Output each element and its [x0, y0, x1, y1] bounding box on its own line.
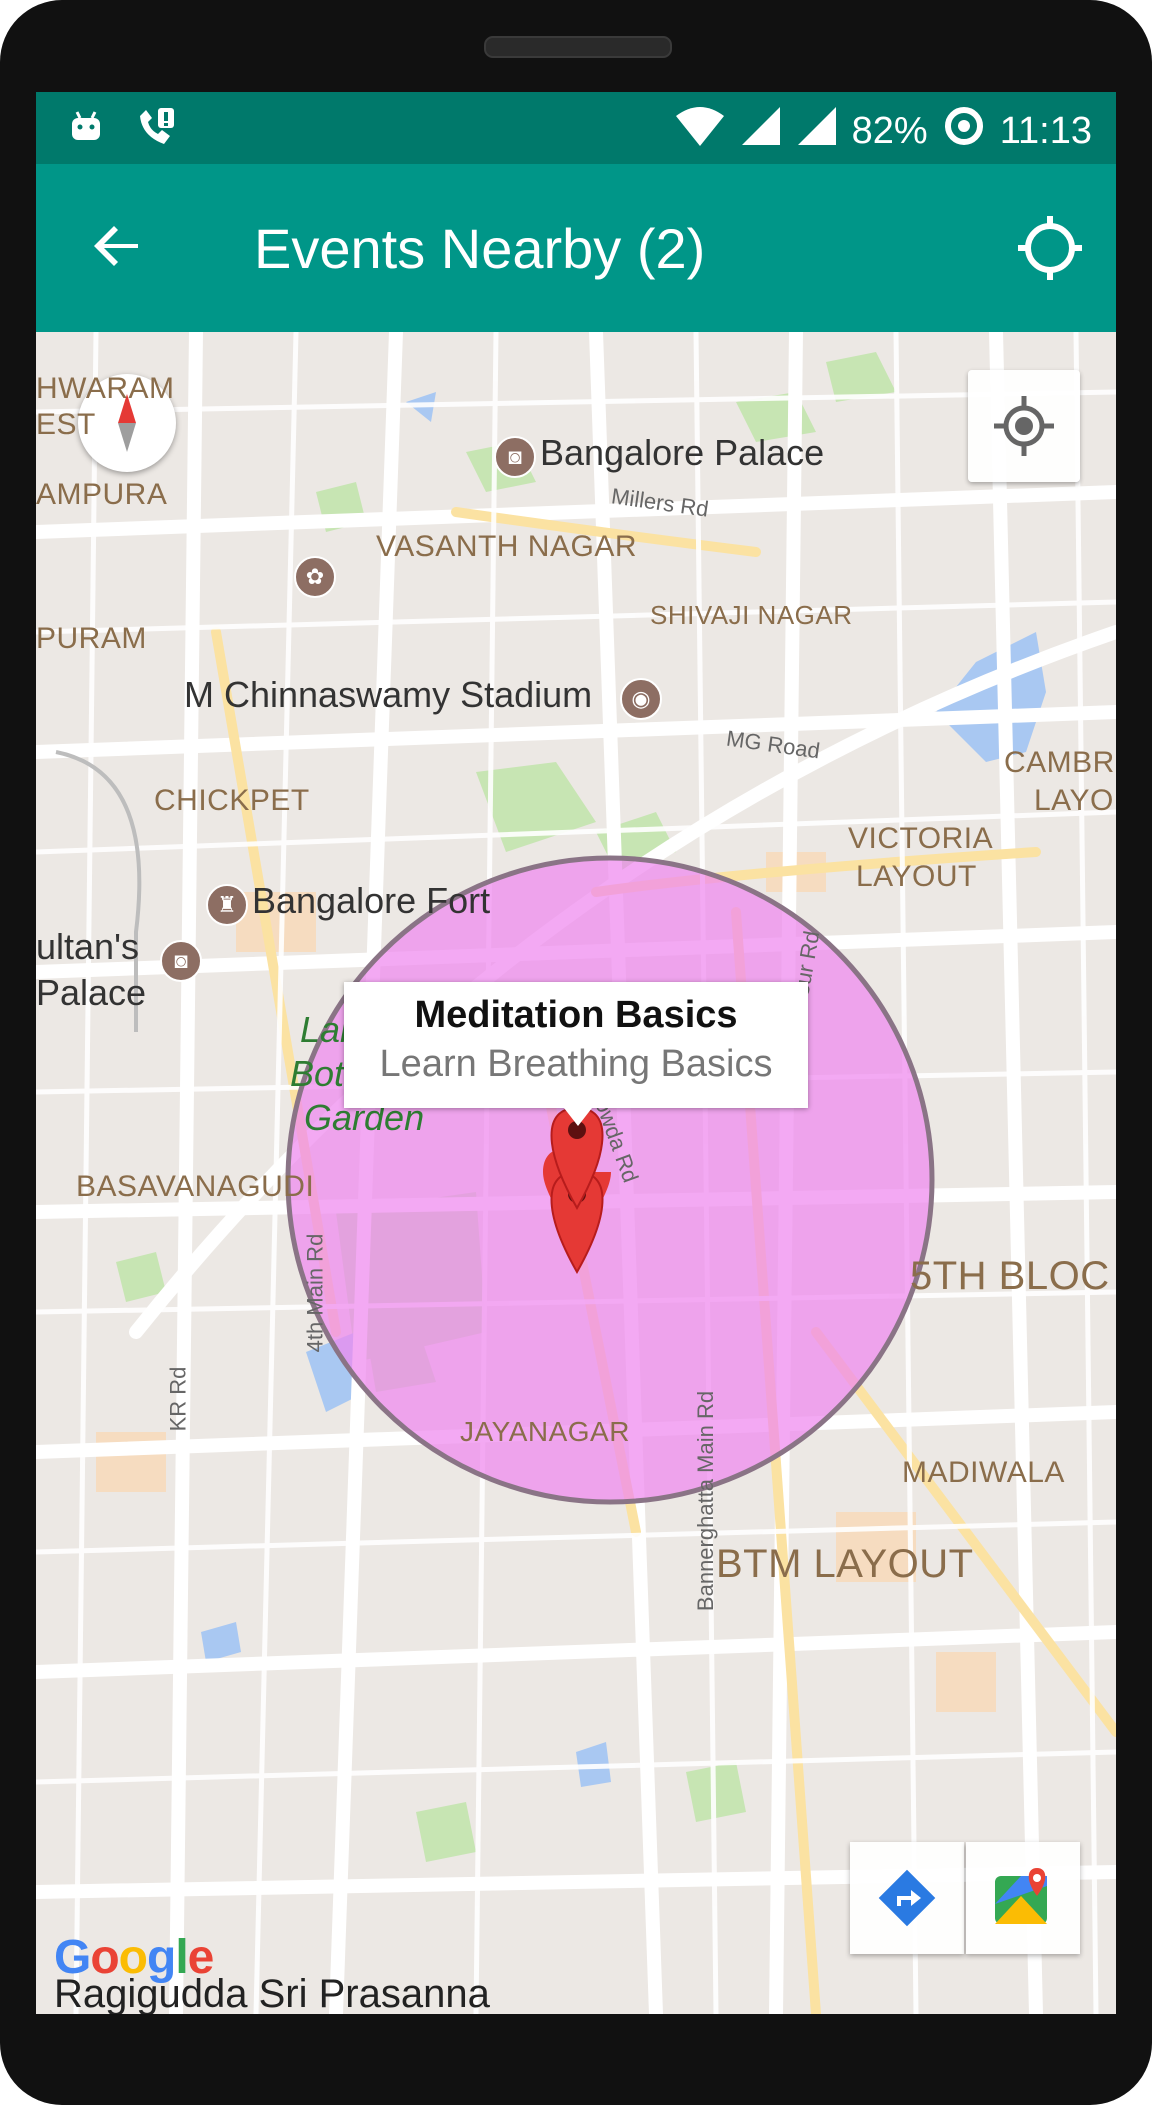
event-title: Meditation Basics [414, 994, 738, 1036]
camera-icon: ◙ [494, 436, 536, 478]
place-label: Palace [36, 972, 147, 1013]
place-label: Bangalore Palace [540, 432, 825, 473]
area-label: JAYANAGAR [460, 1416, 630, 1447]
area-label: PURAM [36, 622, 147, 655]
info-window-pointer [564, 1108, 592, 1126]
directions-icon [878, 1869, 936, 1927]
battery-ring-icon [942, 104, 986, 158]
crosshair-icon [994, 396, 1054, 456]
area-label: SHIVAJI NAGAR [650, 600, 853, 630]
road-label: KR Rd [165, 1366, 191, 1432]
area-label: CHICKPET [154, 784, 310, 817]
fort-icon: ♜ [206, 884, 248, 926]
place-label: ultan's [36, 926, 139, 967]
open-in-maps-button[interactable] [966, 1842, 1080, 1954]
camera-icon: ◙ [160, 940, 202, 982]
battery-level: 82% [851, 109, 928, 152]
clock: 11:13 [999, 109, 1092, 152]
gps-fixed-icon [1018, 216, 1082, 280]
android-icon [66, 106, 106, 155]
google-maps-icon [995, 1868, 1047, 1924]
screen: 82% 11:13 Events Nearby (2) ◙ Bangalore … [36, 92, 1116, 2014]
app-bar: Events Nearby (2) [36, 164, 1116, 332]
speaker-grille [484, 36, 672, 58]
event-snippet: Learn Breathing Basics [379, 1043, 773, 1085]
signal-icon [796, 105, 838, 157]
area-label: VICTORIA [848, 822, 994, 855]
area-label: CAMBR [1004, 746, 1115, 779]
area-label: HWARAM [36, 372, 175, 405]
phone-frame: 82% 11:13 Events Nearby (2) ◙ Bangalore … [0, 0, 1152, 2105]
my-location-button[interactable] [968, 370, 1080, 482]
directions-button[interactable] [850, 1842, 964, 1954]
stadium-icon: ◉ [620, 678, 662, 720]
wifi-icon [674, 104, 726, 158]
locate-button[interactable] [1014, 212, 1086, 284]
map-view[interactable]: ◙ Bangalore Palace Millers Rd VASANTH NA… [36, 332, 1116, 2014]
place-label: Bangalore Fort [252, 880, 491, 921]
area-label: MADIWALA [902, 1456, 1065, 1489]
area-label: 5TH BLOC [910, 1254, 1110, 1298]
arrow-back-icon [94, 226, 138, 266]
area-label: BTM LAYOUT [716, 1542, 974, 1586]
back-button[interactable] [86, 214, 150, 278]
area-label: LAYOUT [856, 860, 977, 893]
area-label: LAYO [1034, 784, 1114, 817]
signal-icon [740, 105, 782, 157]
area-label: EST [36, 408, 96, 441]
phone-alert-icon [134, 106, 178, 155]
place-label: M Chinnaswamy Stadium [184, 674, 593, 715]
art-gallery-icon: ✿ [294, 556, 336, 598]
marker-info-window[interactable]: Meditation Basics Learn Breathing Basics [344, 982, 808, 1126]
status-bar: 82% 11:13 [36, 92, 1116, 164]
area-label: AMPURA [36, 478, 168, 511]
page-title: Events Nearby (2) [254, 217, 706, 280]
area-label: BASAVANAGUDI [76, 1170, 315, 1203]
area-label: VASANTH NAGAR [376, 530, 637, 563]
road-label: 4th Main Rd [302, 1233, 328, 1353]
place-label: Ragigudda Sri Prasanna [54, 1972, 490, 2014]
